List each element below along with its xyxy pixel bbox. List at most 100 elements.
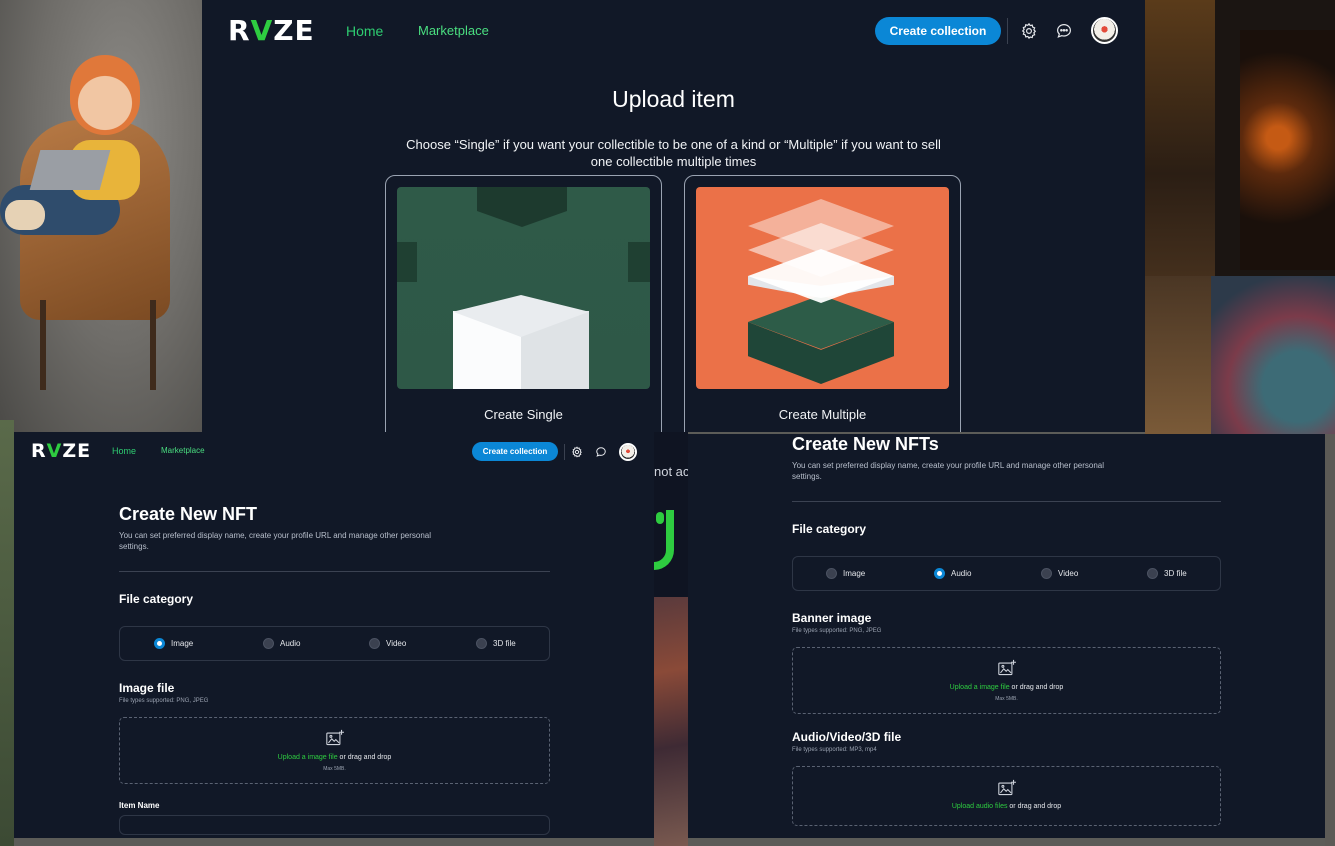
nav-home[interactable]: Home: [112, 446, 136, 456]
radio-dot: [476, 638, 487, 649]
shape: [477, 187, 567, 227]
background-image-right: [1145, 0, 1335, 434]
background-edge: [0, 420, 14, 846]
logo-fragment: [656, 512, 664, 524]
image-file-title: Image file: [119, 681, 175, 695]
radio-image[interactable]: Image: [154, 638, 193, 649]
upload-rest: or drag and drop: [1007, 803, 1062, 810]
max-size: Max 5MB.: [995, 696, 1018, 702]
banner-image-title: Banner image: [792, 611, 872, 625]
file-category-title: File category: [119, 592, 194, 606]
upload-instructions: Upload a image file or drag and drop: [120, 754, 549, 761]
page-title: Upload item: [612, 86, 735, 112]
create-multiple-card[interactable]: Create Multiple: [684, 175, 961, 432]
nav-marketplace[interactable]: Marketplace: [418, 23, 489, 38]
media-dropzone[interactable]: Upload audio files or drag and drop: [792, 766, 1221, 826]
create-collection-button[interactable]: Create collection: [472, 442, 558, 461]
bg-art: [1240, 30, 1335, 270]
form-subtitle: You can set preferred display name, crea…: [119, 531, 432, 551]
create-nfts-panel: Create New NFTs You can set preferred di…: [688, 434, 1325, 838]
image-dropzone[interactable]: Upload a image file or drag and drop Max…: [119, 717, 550, 784]
person-head: [70, 55, 140, 135]
radio-audio[interactable]: Audio: [263, 638, 300, 649]
upload-link[interactable]: Upload a image file: [950, 684, 1010, 691]
background-strip: not ac: [654, 432, 688, 846]
bg-art: [1211, 276, 1335, 434]
upload-instructions: Upload audio files or drag and drop: [793, 803, 1220, 810]
form-subtitle: You can set preferred display name, crea…: [792, 461, 1105, 481]
radio-dot: [369, 638, 380, 649]
radio-audio[interactable]: Audio: [934, 568, 971, 579]
create-single-card[interactable]: Create Single: [385, 175, 662, 432]
radio-dot: [1041, 568, 1052, 579]
item-name-label: Item Name: [119, 801, 160, 810]
create-single-label: Create Single: [484, 407, 563, 422]
radio-image[interactable]: Image: [826, 568, 865, 579]
create-collection-button[interactable]: Create collection: [875, 17, 1001, 45]
radio-dot: [826, 568, 837, 579]
form-title: Create New NFTs: [792, 434, 939, 454]
max-size: Max 5MB.: [323, 766, 346, 772]
chat-icon[interactable]: [595, 446, 607, 458]
file-category-selector: Image Audio Video 3D file: [792, 556, 1221, 591]
radio-label: Audio: [951, 569, 972, 578]
radio-label: 3D file: [493, 639, 516, 648]
section-divider: [119, 571, 550, 572]
nav-marketplace[interactable]: Marketplace: [161, 446, 205, 455]
radio-label: 3D file: [1164, 569, 1187, 578]
radio-label: Video: [1058, 569, 1079, 578]
multiple-illustration: [696, 187, 949, 389]
person-foot: [5, 200, 45, 230]
file-types-note: File types supported: MP3, mp4: [792, 747, 877, 753]
radio-label: Image: [843, 569, 866, 578]
upload-link[interactable]: Upload a image file: [278, 754, 338, 761]
background-image-left: [0, 0, 202, 432]
single-illustration: [397, 187, 650, 389]
shape: [628, 242, 650, 282]
upload-instructions: Upload a image file or drag and drop: [793, 684, 1220, 691]
radio-video[interactable]: Video: [369, 638, 406, 649]
image-add-icon: [997, 779, 1017, 802]
chat-icon[interactable]: [1055, 22, 1073, 40]
gear-icon[interactable]: [571, 446, 583, 458]
chair-leg: [150, 300, 156, 390]
nav-home[interactable]: Home: [346, 23, 383, 39]
radio-dot: [1147, 568, 1158, 579]
chair-leg: [40, 300, 46, 390]
create-multiple-label: Create Multiple: [778, 407, 867, 422]
radio-label: Image: [171, 639, 194, 648]
radio-dot: [263, 638, 274, 649]
logo[interactable]: RVZE: [228, 14, 315, 47]
bg-art: [654, 597, 688, 846]
upload-item-panel: RVZE Home Marketplace Create collection …: [202, 0, 1145, 432]
radio-3d-file[interactable]: 3D file: [476, 638, 516, 649]
create-nft-panel: RVZE Home Marketplace Create collection …: [14, 432, 654, 838]
nav-divider: [1007, 18, 1008, 44]
item-name-input[interactable]: [119, 815, 550, 835]
file-types-note: File types supported: PNG, JPEG: [119, 698, 209, 704]
form-title: Create New NFT: [119, 504, 258, 524]
upload-rest: or drag and drop: [1009, 684, 1064, 691]
page-subtitle: Choose “Single” if you want your collect…: [406, 137, 941, 169]
gear-icon[interactable]: [1020, 22, 1038, 40]
avatar[interactable]: [1091, 17, 1118, 44]
logo[interactable]: RVZE: [31, 440, 91, 462]
background-edge: [1325, 434, 1335, 846]
shape: [397, 242, 417, 282]
upload-link[interactable]: Upload audio files: [952, 803, 1008, 810]
radio-label: Video: [386, 639, 407, 648]
image-add-icon: [997, 659, 1017, 682]
radio-video[interactable]: Video: [1041, 568, 1078, 579]
file-types-note: File types supported: PNG, JPEG: [792, 628, 882, 634]
radio-label: Audio: [280, 639, 301, 648]
upload-rest: or drag and drop: [337, 754, 392, 761]
image-add-icon: [325, 729, 345, 752]
radio-dot: [154, 638, 165, 649]
laptop-shape: [29, 150, 111, 190]
bg-art: [1145, 276, 1211, 434]
banner-dropzone[interactable]: Upload a image file or drag and drop Max…: [792, 647, 1221, 714]
avatar[interactable]: [619, 443, 637, 461]
radio-dot: [934, 568, 945, 579]
file-category-selector: Image Audio Video 3D file: [119, 626, 550, 661]
radio-3d-file[interactable]: 3D file: [1147, 568, 1187, 579]
